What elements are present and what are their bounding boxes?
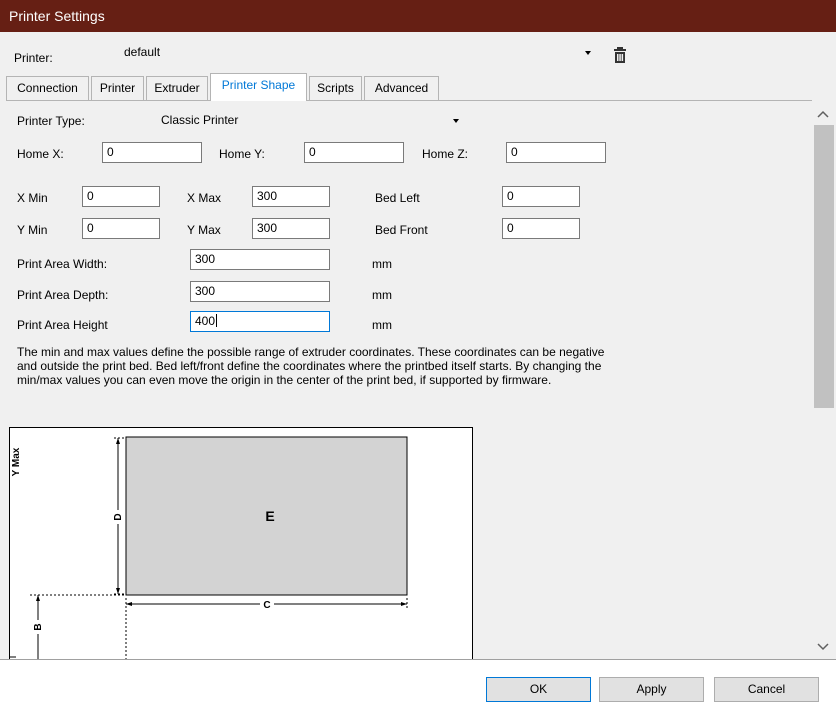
ok-button[interactable]: OK <box>486 677 591 702</box>
y-min-label: Y Min <box>17 223 48 237</box>
dimension-c-arrow-left <box>126 602 132 606</box>
bed-front-input[interactable]: 0 <box>502 218 580 239</box>
tab-extruder[interactable]: Extruder <box>146 76 208 100</box>
printer-shape-diagram: Y Max E D C B <box>9 427 473 659</box>
home-x-label: Home X: <box>17 147 64 161</box>
area-label-e: E <box>265 508 274 524</box>
x-min-input[interactable]: 0 <box>82 186 160 207</box>
print-area-height-input[interactable]: 400 <box>190 311 330 332</box>
dimension-b-label: B <box>33 623 44 630</box>
scrollbar-thumb[interactable] <box>814 125 834 408</box>
print-area-depth-input[interactable]: 300 <box>190 281 330 302</box>
dimension-c-arrow-right <box>401 602 407 606</box>
y-max-input[interactable]: 300 <box>252 218 330 239</box>
tab-printer-shape[interactable]: Printer Shape <box>210 73 307 101</box>
print-area-width-unit: mm <box>372 257 392 271</box>
dialog-footer <box>0 659 836 725</box>
print-area-width-label: Print Area Width: <box>17 257 108 271</box>
printer-select-value: default <box>124 45 161 59</box>
printer-type-select[interactable]: Classic Printer <box>157 110 467 131</box>
dimension-d-arrow-up <box>116 438 120 444</box>
print-area-depth-label: Print Area Depth: <box>17 288 109 302</box>
trash-icon[interactable] <box>612 46 628 64</box>
home-x-input[interactable]: 0 <box>102 142 202 163</box>
x-max-label: X Max <box>187 191 222 205</box>
tab-connection[interactable]: Connection <box>6 76 89 100</box>
shape-description: The min and max values define the possib… <box>17 345 605 387</box>
printer-type-value: Classic Printer <box>161 113 239 127</box>
bed-left-input[interactable]: 0 <box>502 186 580 207</box>
printer-type-label: Printer Type: <box>17 114 85 128</box>
cancel-button[interactable]: Cancel <box>714 677 819 702</box>
printer-label: Printer: <box>14 51 53 65</box>
dimension-d-label: D <box>113 513 124 520</box>
print-area-width-input[interactable]: 300 <box>190 249 330 270</box>
apply-button[interactable]: Apply <box>599 677 704 702</box>
print-area-height-unit: mm <box>372 318 392 332</box>
chevron-down-icon <box>585 51 591 55</box>
home-y-label: Home Y: <box>219 147 265 161</box>
chevron-down-icon[interactable] <box>816 641 830 651</box>
y-min-input[interactable]: 0 <box>82 218 160 239</box>
dimension-d-arrow-down <box>116 588 120 594</box>
printer-select[interactable]: default <box>120 42 594 63</box>
print-area-height-label: Print Area Height <box>17 318 108 332</box>
window-title: Printer Settings <box>0 0 836 32</box>
print-area-depth-unit: mm <box>372 288 392 302</box>
bed-left-label: Bed Left <box>375 191 420 205</box>
tab-printer[interactable]: Printer <box>91 76 144 100</box>
print-area-height-value: 400 <box>195 314 216 328</box>
x-max-input[interactable]: 300 <box>252 186 330 207</box>
tab-advanced[interactable]: Advanced <box>364 76 439 100</box>
dimension-c-label: C <box>263 600 270 611</box>
y-max-label: Y Max <box>187 223 221 237</box>
chevron-down-icon <box>453 119 459 123</box>
y-max-axis-label: Y Max <box>11 447 22 476</box>
home-y-input[interactable]: 0 <box>304 142 404 163</box>
bed-front-label: Bed Front <box>375 223 428 237</box>
chevron-up-icon[interactable] <box>816 108 830 118</box>
dimension-b-arrow-up <box>36 595 40 601</box>
tab-scripts[interactable]: Scripts <box>309 76 362 100</box>
diagram-canvas: Y Max E D C B <box>10 436 408 659</box>
x-min-label: X Min <box>17 191 48 205</box>
home-z-label: Home Z: <box>422 147 469 161</box>
home-z-input[interactable]: 0 <box>506 142 606 163</box>
